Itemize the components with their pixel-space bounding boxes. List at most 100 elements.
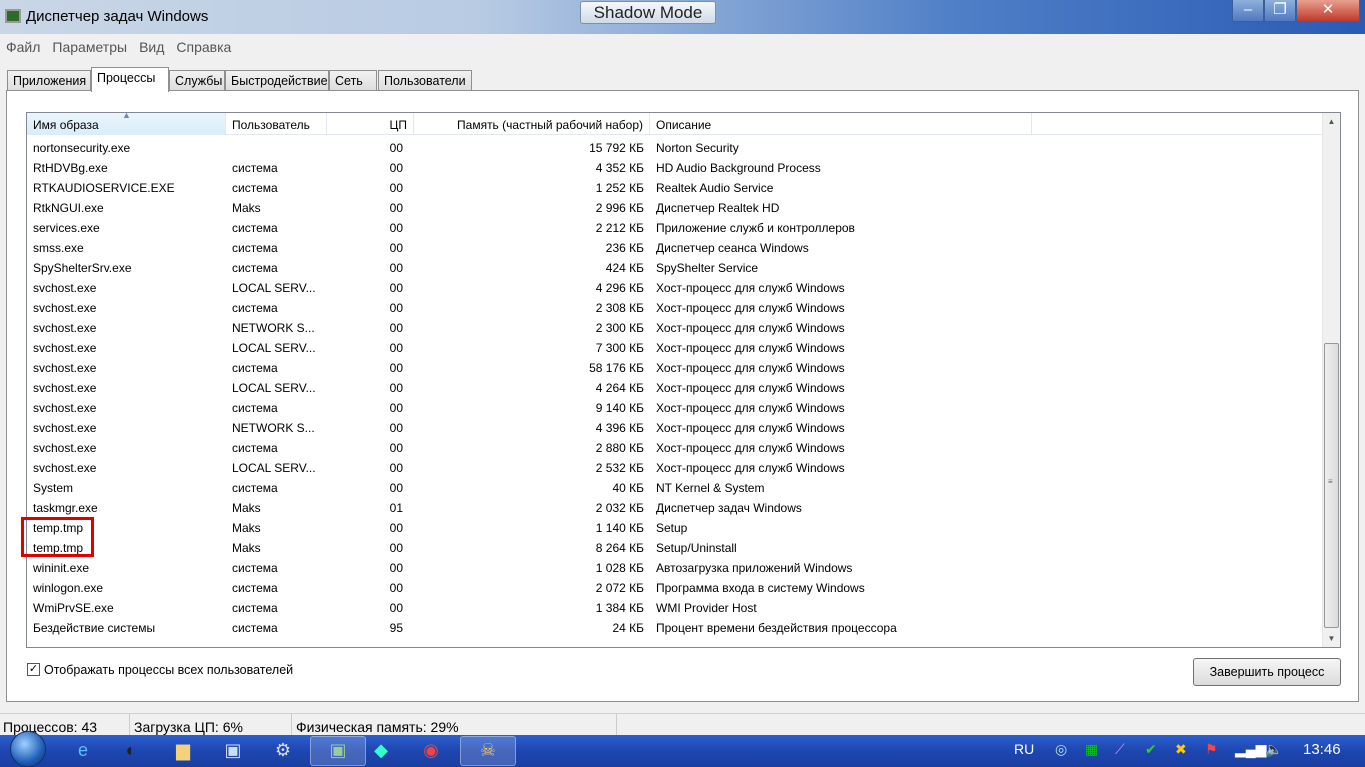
table-row[interactable]: svchost.exe NETWORK S... 00 2 300 КБ Хост-пр… (27, 317, 1323, 337)
table-row[interactable]: Бездействие системы система 95 24 КБ Процент… (27, 617, 1323, 637)
scroll-down-icon[interactable]: ▼ (1323, 630, 1340, 647)
show-all-users-checkbox[interactable]: ✓ (27, 663, 40, 676)
tab-performance[interactable]: Быстродействие (225, 70, 329, 91)
language-indicator[interactable]: RU (1014, 741, 1034, 757)
scroll-up-icon[interactable]: ▲ (1323, 113, 1340, 130)
cell-memory: 9 140 КБ (595, 401, 644, 415)
shadow-mode-label: Shadow Mode (580, 1, 716, 24)
cube-app-icon[interactable]: ◆ (368, 737, 394, 763)
table-row[interactable]: svchost.exe система 00 9 140 КБ Хост-процесс… (27, 397, 1323, 417)
cell-image-name: smss.exe (33, 241, 84, 255)
column-description[interactable]: Описание (650, 113, 1032, 135)
menu-file[interactable]: Файл (0, 36, 46, 55)
skull-app-icon[interactable]: ☠ (460, 736, 516, 766)
cell-memory: 2 300 КБ (595, 321, 644, 335)
cell-description: Диспетчер Realtek HD (656, 201, 780, 215)
tab-applications[interactable]: Приложения (7, 70, 91, 91)
table-row[interactable]: RTKAUDIOSERVICE.EXE система 00 1 252 КБ Real… (27, 177, 1323, 197)
volume-icon[interactable]: 🔈 (1265, 741, 1282, 758)
table-row[interactable]: temp.tmp Maks 00 1 140 КБ Setup (27, 517, 1323, 537)
cell-image-name: svchost.exe (33, 401, 97, 415)
menu-help[interactable]: Справка (170, 36, 237, 55)
cell-description: Процент времени бездействия процессора (656, 621, 897, 635)
network-signal-icon[interactable]: ▂▄▆ (1235, 741, 1266, 758)
column-cpu[interactable]: ЦП (327, 113, 414, 135)
cell-image-name: WmiPrvSE.exe (33, 601, 114, 615)
show-all-users-label: Отображать процессы всех пользователей (44, 663, 294, 677)
table-row[interactable]: temp.tmp Maks 00 8 264 КБ Setup/Uninstall (27, 537, 1323, 557)
cell-image-name: svchost.exe (33, 361, 97, 375)
cell-user: система (232, 441, 278, 455)
cell-image-name: Бездействие системы (33, 621, 156, 635)
cell-memory: 1 140 КБ (595, 521, 644, 535)
column-user[interactable]: Пользователь (226, 113, 327, 135)
cell-description: NT Kernel & System (656, 481, 765, 495)
table-row[interactable]: RtHDVBg.exe система 00 4 352 КБ HD Audio Bac… (27, 157, 1323, 177)
cell-user: система (232, 301, 278, 315)
table-row[interactable]: svchost.exe NETWORK S... 00 4 396 КБ Хост-пр… (27, 417, 1323, 437)
menu-view[interactable]: Вид (133, 36, 170, 55)
table-row[interactable]: svchost.exe LOCAL SERV... 00 4 296 КБ Хост-п… (27, 277, 1323, 297)
table-row[interactable]: svchost.exe система 00 2 880 КБ Хост-процесс… (27, 437, 1323, 457)
column-memory[interactable]: Память (частный рабочий набор) (414, 113, 650, 135)
tab-processes[interactable]: Процессы (91, 67, 169, 92)
column-image-name[interactable]: ▲ Имя образа (27, 113, 226, 135)
table-row[interactable]: RtkNGUI.exe Maks 00 2 996 КБ Диспетчер Realt… (27, 197, 1323, 217)
cell-cpu: 00 (389, 481, 403, 495)
table-row[interactable]: smss.exe система 00 236 КБ Диспетчер сеанса … (27, 237, 1323, 257)
menu-options[interactable]: Параметры (46, 36, 133, 55)
speaker-app-icon[interactable]: ◐ (118, 737, 144, 763)
action-center-flag-icon[interactable]: ⚑ (1205, 741, 1218, 758)
cell-cpu: 00 (389, 241, 403, 255)
tab-network[interactable]: Сеть (329, 70, 377, 91)
end-process-button[interactable]: Завершить процесс (1193, 658, 1341, 686)
table-row[interactable]: SpyShelterSrv.exe система 00 424 КБ SpyShelt… (27, 257, 1323, 277)
table-row[interactable]: wininit.exe система 00 1 028 КБ Автозагрузка… (27, 557, 1323, 577)
computer-icon[interactable]: ▣ (220, 737, 246, 763)
taskbar: e ◐ ▆ ▣ ⚙ ▣ ◆ ◉ ☠ RU ◎ ▦ ⟋ ✔ ✖ ⚑ ▂▄▆ 🔈 1… (0, 731, 1365, 767)
vertical-scrollbar[interactable]: ▲ ≡ ▼ (1322, 113, 1340, 647)
norton-tray-icon[interactable]: ✔ (1145, 741, 1157, 758)
cell-description: Хост-процесс для служб Windows (656, 361, 845, 375)
close-button[interactable]: ✕ (1296, 0, 1360, 22)
chrome-icon[interactable]: ◉ (418, 737, 444, 763)
table-row[interactable]: System система 00 40 КБ NT Kernel & System (27, 477, 1323, 497)
table-row[interactable]: taskmgr.exe Maks 01 2 032 КБ Диспетчер задач… (27, 497, 1323, 517)
task-manager-taskbar-icon[interactable]: ▣ (310, 736, 366, 766)
explorer-folder-icon[interactable]: ▆ (170, 737, 196, 763)
start-button[interactable] (10, 731, 46, 767)
table-row[interactable]: nortonsecurity.exe 00 15 792 КБ Norton Secu… (27, 137, 1323, 157)
sort-up-icon: ▲ (122, 112, 131, 120)
internet-explorer-icon[interactable]: e (70, 737, 96, 763)
table-row[interactable]: winlogon.exe система 00 2 072 КБ Программа в… (27, 577, 1323, 597)
table-row[interactable]: svchost.exe LOCAL SERV... 00 2 532 КБ Хост-п… (27, 457, 1323, 477)
tray-warning-icon[interactable]: ✖ (1175, 741, 1187, 758)
minimize-button[interactable]: – (1232, 0, 1264, 22)
table-row[interactable]: svchost.exe LOCAL SERV... 00 7 300 КБ Хост-п… (27, 337, 1323, 357)
tray-app-icon[interactable]: ◎ (1055, 741, 1067, 758)
tab-services[interactable]: Службы (169, 70, 225, 91)
cell-description: Программа входа в систему Windows (656, 581, 865, 595)
table-row[interactable]: svchost.exe система 00 2 308 КБ Хост-процесс… (27, 297, 1323, 317)
cell-cpu: 00 (389, 201, 403, 215)
cell-description: SpyShelter Service (656, 261, 759, 275)
cell-image-name: taskmgr.exe (33, 501, 98, 515)
cell-user: LOCAL SERV... (232, 461, 316, 475)
maximize-button[interactable]: ❐ (1264, 0, 1296, 22)
tab-users[interactable]: Пользователи (378, 70, 472, 91)
table-row[interactable]: WmiPrvSE.exe система 00 1 384 КБ WMI Provide… (27, 597, 1323, 617)
cell-image-name: svchost.exe (33, 281, 97, 295)
tray-monitor-icon[interactable]: ▦ (1085, 741, 1098, 758)
table-row[interactable]: svchost.exe LOCAL SERV... 00 4 264 КБ Хост-п… (27, 377, 1323, 397)
tray-feather-icon[interactable]: ⟋ (1115, 741, 1125, 758)
clock[interactable]: 13:46 (1303, 741, 1341, 758)
cell-image-name: System (33, 481, 74, 495)
table-row[interactable]: svchost.exe система 00 58 176 КБ Хост-процес… (27, 357, 1323, 377)
cell-cpu: 00 (389, 381, 403, 395)
table-row[interactable]: services.exe система 00 2 212 КБ Приложение … (27, 217, 1323, 237)
cell-memory: 236 КБ (605, 241, 644, 255)
cell-user: система (232, 621, 278, 635)
scrollbar-thumb[interactable]: ≡ (1324, 343, 1339, 628)
settings-gears-icon[interactable]: ⚙ (270, 737, 296, 763)
cell-user: LOCAL SERV... (232, 341, 316, 355)
